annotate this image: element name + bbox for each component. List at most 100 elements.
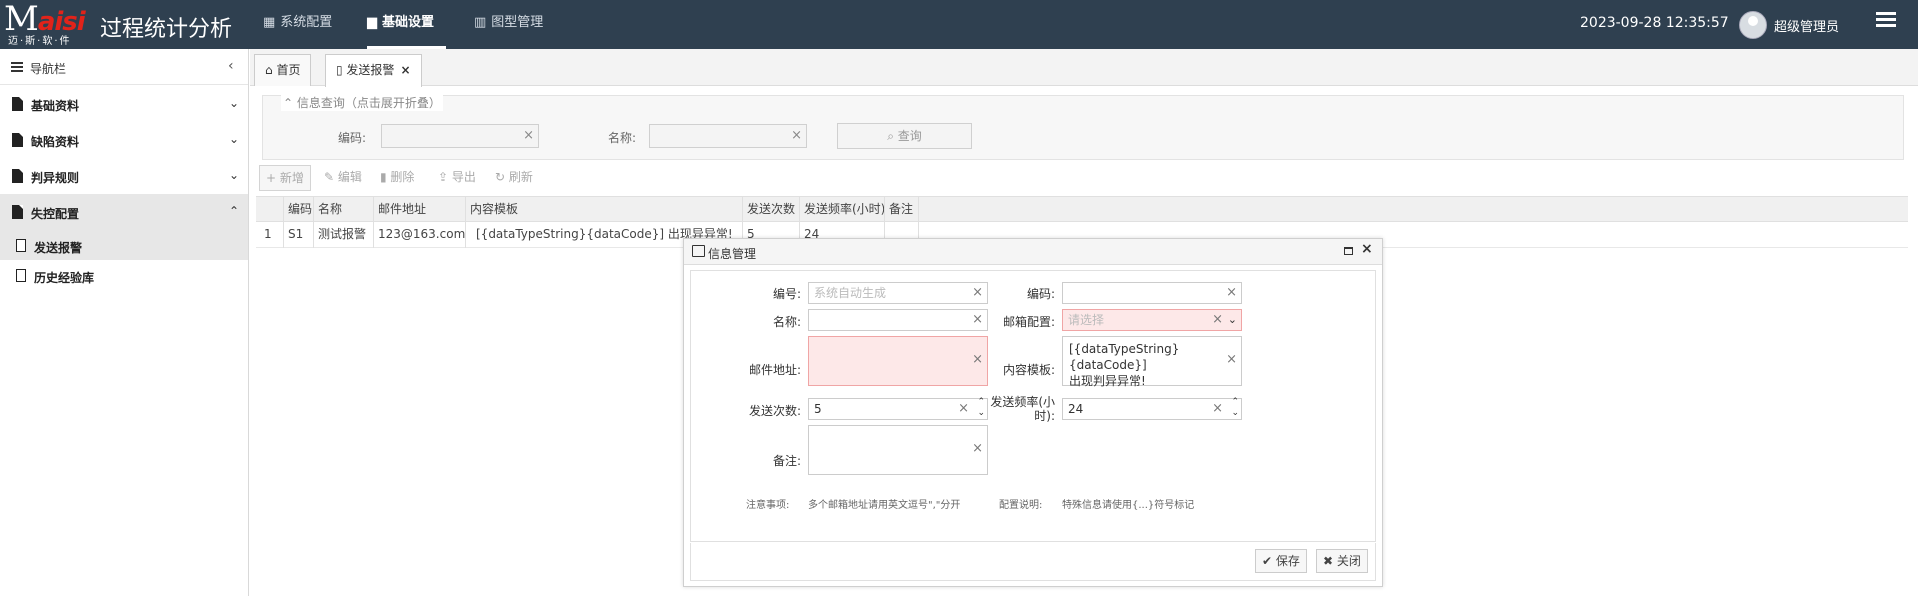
code-label: 编码: [1026, 287, 1055, 301]
sidebar-subitem-send-alarm[interactable]: 发送报警 [0, 230, 248, 260]
avatar[interactable] [1739, 11, 1767, 39]
file-icon [12, 133, 23, 147]
hamburger-menu-icon[interactable] [1876, 12, 1896, 30]
dialog-form: 编号: 系统自动生成 × 编码: × 名称: × 邮箱配置: 请选择 × ⌄ 邮件地址… [690, 270, 1376, 542]
user-name[interactable]: 超级管理员 [1774, 16, 1839, 35]
nav-system-config[interactable]: ▦ 系统配置 [263, 0, 332, 49]
tab-send-alarm[interactable]: ▯ 发送报警 × [325, 54, 422, 87]
close-tab-icon[interactable]: × [400, 63, 410, 77]
clear-icon[interactable]: × [791, 128, 802, 143]
collapse-sidebar-icon[interactable]: ‹ [228, 58, 234, 74]
nav-basic-settings[interactable]: ▆ 基础设置 [367, 0, 447, 49]
frequency-stepper[interactable]: 24 × ⌃ ⌄ [1062, 397, 1242, 420]
save-button[interactable]: ✔ 保存 [1255, 549, 1307, 573]
column-header[interactable]: 邮件地址 [374, 197, 466, 223]
stepper-arrows-icon[interactable]: ⌃ ⌄ [977, 397, 985, 419]
home-icon: ⌂ [265, 63, 277, 77]
file-icon [12, 169, 23, 183]
edit-button[interactable]: ✎ 编辑 [318, 165, 368, 191]
cell-email: 123@163.com [374, 222, 466, 248]
clear-icon[interactable]: × [1226, 352, 1237, 368]
email-field[interactable]: × [808, 336, 988, 386]
query-button[interactable]: ⌕ 查询 [837, 123, 972, 149]
dialog-footer: ✔ 保存 ✖ 关闭 [690, 543, 1376, 581]
tab-home[interactable]: ⌂ 首页 [254, 54, 312, 86]
maximize-icon[interactable] [1344, 247, 1353, 255]
search-name-input[interactable]: × [649, 124, 807, 148]
brand-subtitle: 迈·斯·软·件 [8, 36, 72, 47]
dialog-title-bar[interactable]: 信息管理 × [684, 239, 1382, 265]
note-label: 注意事项: [746, 500, 790, 511]
code-field[interactable]: × [1062, 282, 1242, 304]
bar-chart-icon: ▥ [474, 15, 487, 30]
column-header[interactable]: 内容模板 [466, 197, 743, 223]
clear-icon[interactable]: × [972, 441, 983, 457]
file-icon [12, 205, 23, 219]
sidebar-item-rules[interactable]: 判异规则 ⌄ [0, 158, 248, 194]
column-header[interactable]: 发送次数 [743, 197, 800, 223]
sidebar-subitem-history[interactable]: 历史经验库 [0, 260, 248, 290]
clear-icon[interactable]: × [972, 310, 983, 330]
mail-config-label: 邮箱配置: [1002, 315, 1055, 329]
clear-icon[interactable]: × [523, 128, 534, 143]
plus-icon: + [266, 171, 280, 185]
count-stepper[interactable]: 5 × ⌃ ⌄ [808, 397, 988, 420]
header-index [256, 197, 284, 223]
refresh-button[interactable]: ↻ 刷新 [489, 165, 539, 191]
clear-icon[interactable]: × [958, 399, 969, 419]
column-header[interactable]: 备注 [885, 197, 919, 223]
search-code-input[interactable]: × [381, 124, 539, 148]
file-outline-icon [16, 269, 26, 282]
chevron-up-icon: ⌃ [283, 96, 297, 110]
sidebar-item-out-of-control[interactable]: 失控配置 ⌃ [0, 194, 248, 230]
name-label: 名称: [772, 315, 801, 329]
count-label: 发送次数: [748, 404, 801, 418]
clear-icon[interactable]: × [1226, 283, 1237, 303]
clear-icon[interactable]: × [972, 283, 983, 303]
trash-icon: ▮ [380, 170, 391, 184]
row-index: 1 [256, 222, 284, 248]
template-field[interactable]: [{dataTypeString} {dataCode}] 出现判异异常! × [1062, 336, 1242, 388]
delete-button[interactable]: ▮ 删除 [374, 165, 420, 191]
clear-icon[interactable]: × [1212, 310, 1223, 330]
config-label: 配置说明: [999, 500, 1043, 511]
column-header[interactable]: 编码 [284, 197, 314, 223]
export-button[interactable]: ⇪ 导出 [432, 165, 482, 191]
file-icon: ▯ [336, 63, 347, 77]
clear-icon[interactable]: × [972, 352, 983, 368]
list-icon [11, 62, 23, 74]
chevron-down-icon: ⌄ [229, 96, 240, 110]
current-datetime: 2023-09-28 12:35:57 [1580, 15, 1729, 31]
stepper-arrows-icon[interactable]: ⌃ ⌄ [1231, 397, 1239, 419]
remark-field[interactable]: × [808, 425, 988, 475]
sidebar-item-defect-data[interactable]: 缺陷资料 ⌄ [0, 122, 248, 158]
column-header[interactable]: 名称 [314, 197, 374, 223]
sidebar-title: 导航栏 [30, 62, 67, 76]
dialog-title: 信息管理 [708, 247, 757, 261]
mail-config-select[interactable]: 请选择 × ⌄ [1062, 309, 1242, 331]
app-logo: Maisi 迈·斯·软·件 过程统计分析 [0, 0, 250, 49]
chevron-up-icon: ⌃ [229, 204, 240, 218]
close-icon[interactable]: × [1361, 241, 1373, 257]
sidebar-item-label: 判异规则 [31, 171, 80, 185]
config-text: 特殊信息请使用{...}符号标记 [1062, 500, 1195, 511]
nav-chart-management[interactable]: ▥ 图型管理 [474, 0, 543, 49]
name-field[interactable]: × [808, 309, 988, 331]
search-code-label: 编码: [338, 131, 367, 145]
template-label: 内容模板: [1002, 363, 1055, 377]
table-header: 编码 名称 邮件地址 内容模板 发送次数 发送频率(小时) 备注 [256, 196, 1908, 223]
note-text: 多个邮箱地址请用英文逗号","分开 [808, 500, 961, 511]
info-management-dialog: 信息管理 × 编号: 系统自动生成 × 编码: × 名称: × 邮箱配置: 请选择… [683, 238, 1383, 587]
search-name-label: 名称: [608, 131, 637, 145]
close-button[interactable]: ✖ 关闭 [1316, 549, 1368, 573]
chevron-down-icon[interactable]: ⌄ [1228, 310, 1237, 330]
search-legend[interactable]: ⌃ 信息查询（点击展开折叠） [281, 94, 443, 111]
column-header[interactable]: 发送频率(小时) [800, 197, 885, 223]
file-icon [12, 97, 23, 111]
number-field[interactable]: 系统自动生成 × [808, 282, 988, 304]
add-button[interactable]: + 新增 [259, 165, 311, 191]
clear-icon[interactable]: × [1212, 399, 1223, 419]
sidebar-item-label: 缺陷资料 [31, 135, 80, 149]
sidebar-item-basic-data[interactable]: 基础资料 ⌄ [0, 86, 248, 122]
sidebar-subitem-label: 发送报警 [34, 241, 83, 255]
